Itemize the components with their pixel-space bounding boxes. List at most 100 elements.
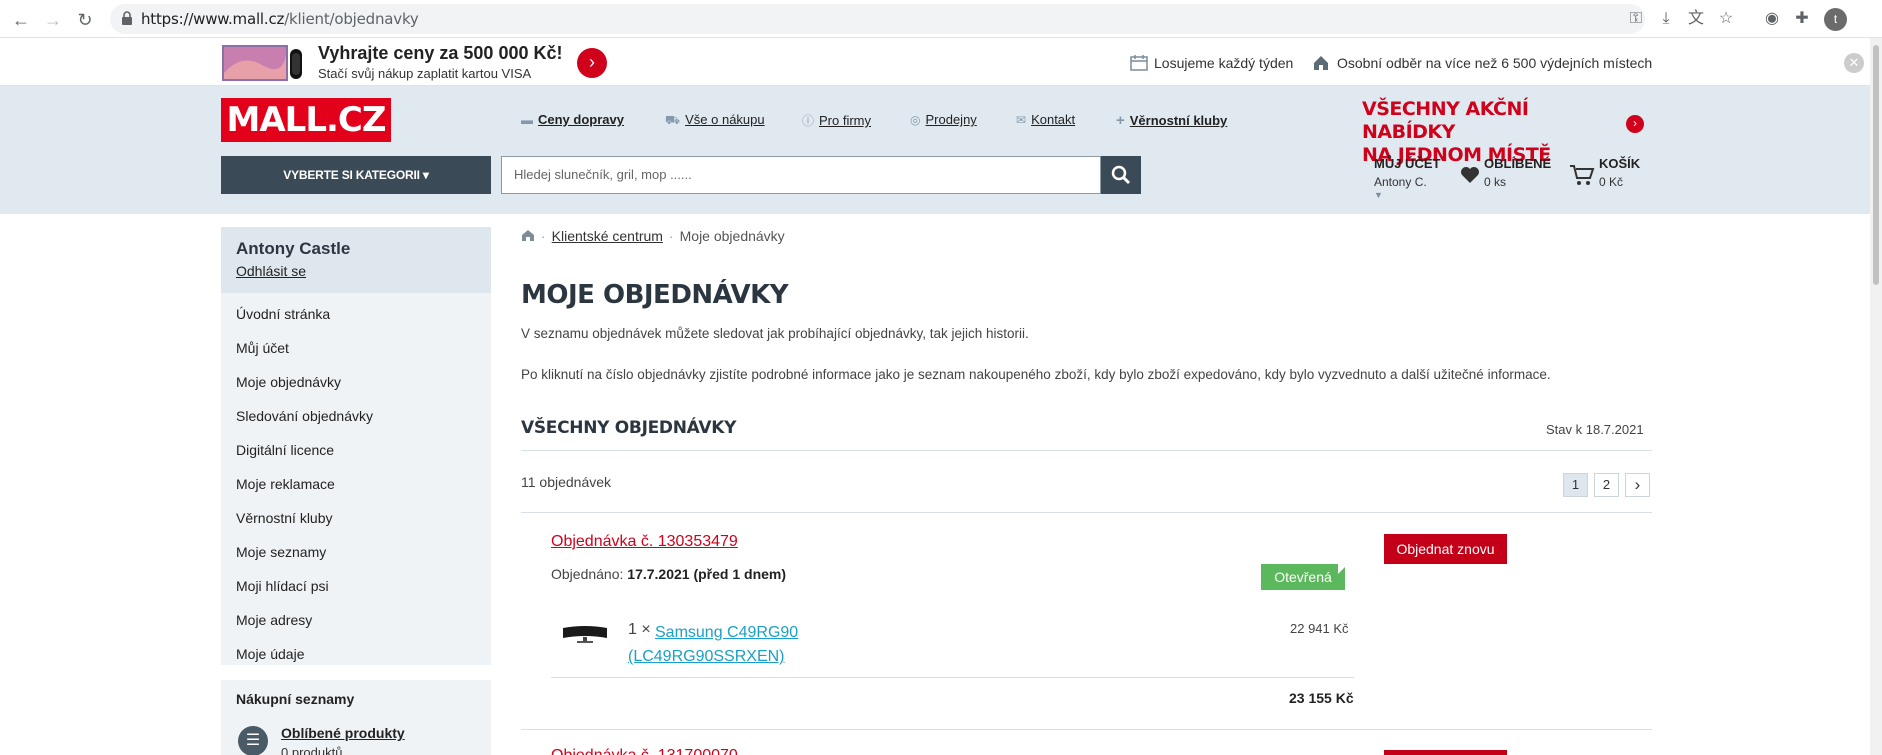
sidebar-menu: Úvodní stránka Můj účet Moje objednávky …	[221, 293, 491, 665]
lock-icon	[122, 11, 132, 25]
cart-icon	[1570, 165, 1595, 185]
breadcrumb-current: Moje objednávky	[679, 228, 785, 244]
promo-arrow-button[interactable]: ›	[577, 48, 607, 78]
promo-strip: Vyhrajte ceny za 500 000 Kč! Stačí svůj …	[0, 38, 1870, 86]
url-text: https://www.mall.cz/klient/objednavky	[141, 10, 419, 28]
install-icon[interactable]: ⤓	[1656, 9, 1676, 29]
cart-icon: ⛟	[665, 113, 681, 127]
order-number-link[interactable]: Objednávka č. 131700070	[551, 747, 738, 755]
page-2-button[interactable]: 2	[1594, 473, 1619, 497]
search-button[interactable]	[1101, 156, 1141, 194]
nav-label: Vše o nákupu	[685, 112, 765, 127]
sidebar-item-home[interactable]: Úvodní stránka	[221, 297, 491, 331]
product-image[interactable]	[561, 622, 609, 644]
location-icon: ◎	[910, 113, 921, 127]
nav-label: Věrnostní kluby	[1129, 113, 1228, 128]
account-caret-icon[interactable]: ▼	[1374, 190, 1383, 200]
address-bar[interactable]: https://www.mall.cz/klient/objednavky	[110, 4, 1645, 34]
sidebar-item-details[interactable]: Moje údaje	[221, 637, 491, 671]
nav-shopping[interactable]: ⛟ Vše o nákupu	[665, 112, 765, 129]
nav-business[interactable]: ⓘ Pro firmy	[802, 112, 871, 129]
sidebar-item-watchdogs[interactable]: Moji hlídací psi	[221, 569, 491, 603]
next-page-button[interactable]: ›	[1625, 473, 1650, 497]
calendar-icon	[1130, 55, 1148, 71]
weekly-draw: Losujeme každý týden	[1130, 55, 1293, 71]
home-icon	[1314, 56, 1328, 70]
status-badge: Otevřená	[1261, 564, 1345, 590]
order-date-label: Objednáno:	[551, 566, 624, 582]
nav-shipping[interactable]: ▬ Ceny dopravy	[521, 112, 624, 127]
order-number-link[interactable]: Objednávka č. 130353479	[551, 533, 738, 551]
star-icon[interactable]: ☆	[1716, 9, 1736, 29]
section-title: VŠECHNY OBJEDNÁVKY	[521, 418, 737, 438]
close-icon[interactable]: ✕	[1844, 53, 1864, 73]
account-sidebar: Antony Castle Odhlásit se Úvodní stránka…	[221, 227, 491, 665]
scrollbar-thumb[interactable]	[1873, 45, 1879, 285]
divider	[521, 512, 1652, 513]
plus-icon: +	[1116, 112, 1125, 129]
search-input[interactable]: Hledej slunečník, gril, mop ......	[501, 156, 1101, 194]
page-title: MOJE OBJEDNÁVKY	[521, 280, 789, 310]
cart-label: KOŠÍK	[1599, 156, 1641, 171]
account-label: MŮJ ÚČET	[1374, 156, 1441, 171]
nav-loyalty[interactable]: + Věrnostní kluby	[1116, 112, 1227, 129]
back-icon[interactable]: ←	[10, 9, 32, 31]
order-count: 11 objednávek	[521, 474, 612, 490]
url-host: https://www.mall.cz	[141, 10, 285, 28]
account-value: Antony C.	[1374, 175, 1427, 189]
sidebar-item-loyalty[interactable]: Věrnostní kluby	[221, 501, 491, 535]
info-text: Po kliknutí na číslo objednávky zjistíte…	[521, 367, 1551, 382]
nav-label: Ceny dopravy	[538, 112, 624, 127]
truck-icon: ▬	[521, 113, 533, 127]
reorder-button[interactable]: Objednat znovu	[1384, 534, 1507, 564]
all-offers-arrow-icon[interactable]: ›	[1626, 115, 1644, 133]
search-placeholder: Hledej slunečník, gril, mop ......	[514, 167, 692, 182]
list-icon: ☰	[238, 726, 268, 755]
pickup-text: Osobní odběr na více než 6 500 výdejních…	[1337, 55, 1653, 71]
sidebar-item-tracking[interactable]: Sledování objednávky	[221, 399, 491, 433]
forward-icon[interactable]: →	[42, 9, 64, 31]
favorite-products-link[interactable]: Oblíbené produkty	[281, 725, 405, 741]
user-name: Antony Castle	[236, 239, 351, 258]
intro-text: V seznamu objednávek můžete sledovat jak…	[521, 326, 1029, 341]
favorites-label: OBLÍBENÉ	[1484, 156, 1552, 171]
translate-icon[interactable]: 文	[1686, 9, 1706, 29]
key-icon[interactable]: ⚿	[1626, 9, 1646, 29]
breadcrumb-separator: ·	[668, 228, 674, 244]
nav-stores[interactable]: ◎ Prodejny	[910, 112, 977, 127]
logout-link[interactable]: Odhlásit se	[236, 263, 476, 279]
info-icon: ⓘ	[802, 114, 815, 128]
profile-avatar[interactable]: t	[1824, 8, 1847, 31]
mall-logo[interactable]: MALL.CZ	[221, 98, 391, 142]
weekly-draw-text: Losujeme každý týden	[1154, 55, 1294, 71]
extension-icon[interactable]: ◉	[1762, 9, 1782, 29]
sidebar-item-licenses[interactable]: Digitální licence	[221, 433, 491, 467]
status-date: Stav k 18.7.2021	[1546, 422, 1644, 437]
sidebar-item-lists[interactable]: Moje seznamy	[221, 535, 491, 569]
sidebar-item-orders[interactable]: Moje objednávky	[221, 365, 491, 399]
puzzle-icon[interactable]: ✚	[1792, 9, 1812, 29]
mail-icon: ✉	[1016, 113, 1027, 127]
promo-image[interactable]	[222, 43, 312, 84]
product-name-link[interactable]: Samsung C49RG90 (LC49RG90SSRXEN)	[628, 621, 828, 669]
shopping-lists-panel: Nákupní seznamy ☰ Oblíbené produkty 0 pr…	[221, 680, 491, 755]
divider	[521, 450, 1652, 451]
nav-contact[interactable]: ✉ Kontakt	[1016, 112, 1075, 127]
pickup-info: Osobní odběr na více než 6 500 výdejních…	[1313, 55, 1652, 71]
breadcrumb-client-center[interactable]: Klientské centrum	[552, 228, 663, 244]
reorder-button[interactable]	[1384, 750, 1507, 755]
divider	[521, 729, 1652, 730]
sidebar-item-account[interactable]: Můj účet	[221, 331, 491, 365]
badge-corner	[1338, 564, 1348, 574]
promo-title[interactable]: Vyhrajte ceny za 500 000 Kč!	[318, 43, 562, 64]
sidebar-item-addresses[interactable]: Moje adresy	[221, 603, 491, 637]
all-offers-line-1: VŠECHNY AKČNÍ NABÍDKY	[1362, 98, 1529, 143]
reload-icon[interactable]: ↻	[74, 9, 96, 31]
category-button[interactable]: VYBERTE SI KATEGORII ▾	[221, 156, 491, 194]
breadcrumb: · Klientské centrum · Moje objednávky	[521, 228, 785, 244]
page-1-button[interactable]: 1	[1563, 473, 1588, 497]
sidebar-item-claims[interactable]: Moje reklamace	[221, 467, 491, 501]
url-path: /klient/objednavky	[284, 10, 419, 28]
home-icon[interactable]	[521, 229, 535, 242]
order-total: 23 155 Kč	[1289, 690, 1354, 706]
